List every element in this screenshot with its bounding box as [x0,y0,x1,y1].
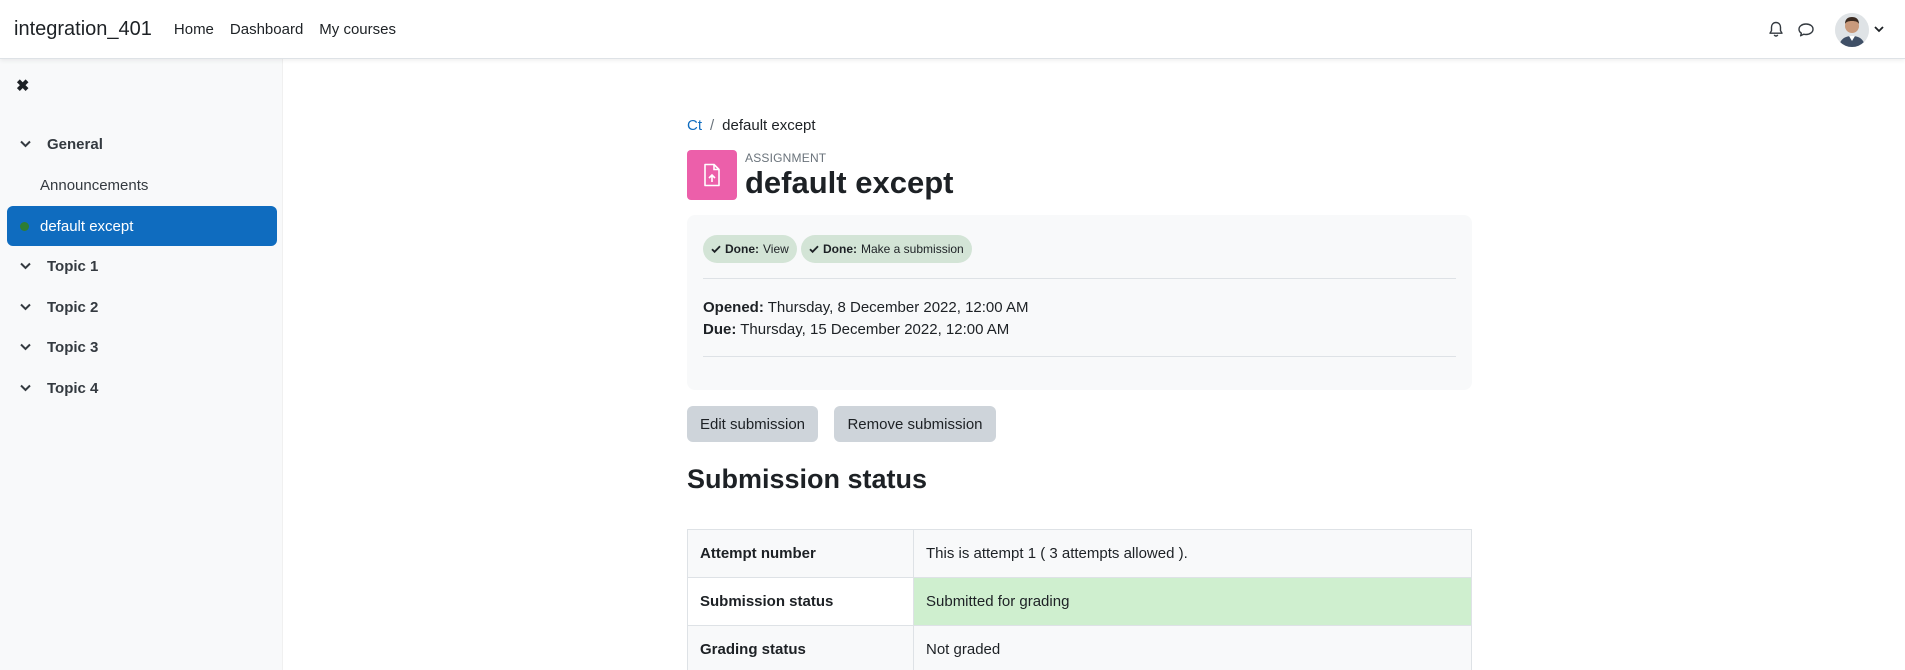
chevron-down-icon[interactable] [19,341,31,353]
close-drawer-icon[interactable]: ✖ [16,79,32,95]
chevron-down-icon[interactable] [19,138,31,150]
nav-dashboard[interactable]: Dashboard [230,21,303,38]
sidebar-section-topic-1[interactable]: Topic 1 [0,246,283,286]
messages-chat-icon[interactable] [1791,15,1821,45]
table-row: Attempt number This is attempt 1 ( 3 att… [687,529,1472,578]
table-row-value: Not graded [913,625,1472,670]
page-title: default except [745,165,954,200]
sidebar-item-announcements[interactable]: Announcements [7,165,277,205]
breadcrumb-current: default except [722,117,816,134]
notifications-bell-icon[interactable] [1761,15,1791,45]
chevron-down-icon[interactable] [19,382,31,394]
sidebar-section-general[interactable]: General [0,124,283,164]
nav-my-courses[interactable]: My courses [319,21,396,38]
breadcrumb-course-link[interactable]: Ct [687,117,702,134]
sidebar-section-label: Topic 3 [47,338,99,356]
assignment-file-upload-icon [687,150,737,200]
nav-home[interactable]: Home [174,21,214,38]
sidebar-section-topic-4[interactable]: Topic 4 [0,368,283,408]
completion-status: Done: [823,242,857,256]
completion-badge-view: Done: View [703,235,797,263]
course-index-drawer: ✖ General Announcements default except T… [0,59,283,670]
table-row-key: Grading status [687,625,914,670]
submission-status-heading: Submission status [687,464,928,494]
due-value: Thursday, 15 December 2022, 12:00 AM [740,321,1010,338]
completion-dot-icon [20,222,29,231]
chevron-down-icon[interactable] [19,260,31,272]
divider [703,356,1456,357]
due-label: Due: [703,321,737,338]
submission-status-table: Attempt number This is attempt 1 ( 3 att… [687,529,1472,670]
table-row: Submission status Submitted for grading [687,577,1472,626]
activity-information-box: Done: View Done: Make a submission Opened:… [687,215,1472,390]
table-row: Grading status Not graded [687,625,1472,670]
table-row-key: Submission status [687,577,914,626]
site-brand[interactable]: integration_401 [14,18,152,41]
sidebar-item-default-except[interactable]: default except [7,206,277,246]
check-icon [711,244,721,254]
sidebar-section-label: Topic 4 [47,379,99,397]
breadcrumb-separator: / [710,117,715,134]
completion-badge-submission: Done: Make a submission [801,235,972,263]
user-avatar[interactable] [1835,12,1869,47]
completion-label: View [763,242,789,256]
table-row-value: This is attempt 1 ( 3 attempts allowed )… [913,529,1472,578]
navbar-user-area [1761,0,1885,59]
activity-dates: Opened: Thursday, 8 December 2022, 12:00… [703,297,1028,341]
completion-label: Make a submission [861,242,964,256]
opened-value: Thursday, 8 December 2022, 12:00 AM [767,299,1029,316]
sidebar-section-label: General [47,135,103,153]
edit-submission-button[interactable]: Edit submission [687,406,818,442]
due-date: Due: Thursday, 15 December 2022, 12:00 A… [703,319,1028,341]
opened-label: Opened: [703,299,764,316]
sidebar-section-topic-3[interactable]: Topic 3 [0,327,283,367]
table-row-key: Attempt number [687,529,914,578]
user-menu-chevron-down-icon[interactable] [1873,24,1885,36]
chevron-down-icon[interactable] [19,301,31,313]
top-navbar: integration_401 Home Dashboard My course… [0,0,1905,59]
sidebar-section-label: Topic 1 [47,257,99,275]
activity-type-label: ASSIGNMENT [745,151,827,165]
sidebar-section-label: Topic 2 [47,298,99,316]
breadcrumb: Ct / default except [687,117,816,134]
sidebar-item-label: default except [40,217,134,235]
opened-date: Opened: Thursday, 8 December 2022, 12:00… [703,297,1028,319]
sidebar-section-topic-2[interactable]: Topic 2 [0,287,283,327]
check-icon [809,244,819,254]
remove-submission-button[interactable]: Remove submission [834,406,996,442]
completion-status: Done: [725,242,759,256]
divider [703,278,1456,279]
table-row-value: Submitted for grading [913,577,1472,626]
